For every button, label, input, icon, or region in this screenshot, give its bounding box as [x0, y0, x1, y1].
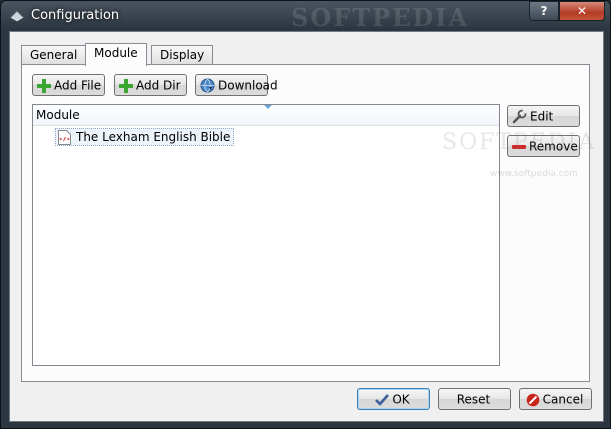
- help-button[interactable]: ?: [529, 1, 559, 21]
- configuration-window: Configuration SOFTPEDIA ? ✕ General Modu…: [0, 0, 611, 429]
- remove-label: Remove: [529, 139, 578, 154]
- window-title: Configuration: [31, 8, 120, 23]
- edit-label: Edit: [530, 109, 554, 124]
- edit-button[interactable]: Edit: [507, 105, 580, 127]
- add-file-button[interactable]: Add File: [32, 74, 105, 96]
- sort-indicator-icon: [264, 105, 272, 109]
- cancel-icon: [526, 393, 539, 406]
- module-column-label: Module: [36, 108, 80, 122]
- plus-icon: [37, 78, 51, 93]
- add-dir-button[interactable]: Add Dir: [114, 74, 187, 96]
- softpedia-url-watermark: www.softpedia.com: [490, 169, 578, 179]
- reset-button[interactable]: Reset: [438, 388, 511, 410]
- cancel-label: Cancel: [542, 392, 584, 407]
- globe-download-icon: [200, 78, 215, 93]
- close-button[interactable]: ✕: [559, 1, 605, 21]
- xml-file-icon: [58, 130, 71, 145]
- reset-label: Reset: [456, 392, 491, 407]
- download-button[interactable]: Download: [195, 74, 278, 96]
- tab-display[interactable]: Display: [151, 45, 214, 65]
- tab-module[interactable]: Module: [85, 43, 147, 66]
- list-item[interactable]: The Lexham English Bible: [55, 128, 235, 146]
- add-dir-label: Add Dir: [136, 78, 181, 93]
- dialog-body: General Module Display Add File Add Dir: [9, 31, 604, 422]
- ok-label: OK: [392, 392, 410, 407]
- module-name: The Lexham English Bible: [76, 130, 231, 144]
- module-list[interactable]: Module The Lexham English Bible: [32, 104, 500, 366]
- cancel-button[interactable]: Cancel: [519, 388, 592, 410]
- remove-button[interactable]: Remove: [507, 135, 580, 157]
- checkmark-icon: [375, 393, 390, 406]
- app-icon: [9, 10, 25, 23]
- download-label: Download: [218, 78, 278, 93]
- title-watermark: SOFTPEDIA: [291, 3, 470, 32]
- module-column-header[interactable]: Module: [33, 105, 499, 126]
- title-bar[interactable]: Configuration SOFTPEDIA ? ✕: [1, 1, 610, 32]
- wrench-icon: [512, 109, 527, 124]
- plus-icon: [119, 78, 133, 93]
- add-file-label: Add File: [54, 78, 102, 93]
- module-tab-panel: Add File Add Dir Download Module The Lex…: [21, 64, 594, 382]
- tab-general[interactable]: General: [21, 45, 87, 65]
- ok-button[interactable]: OK: [357, 388, 430, 410]
- minus-icon: [512, 144, 526, 149]
